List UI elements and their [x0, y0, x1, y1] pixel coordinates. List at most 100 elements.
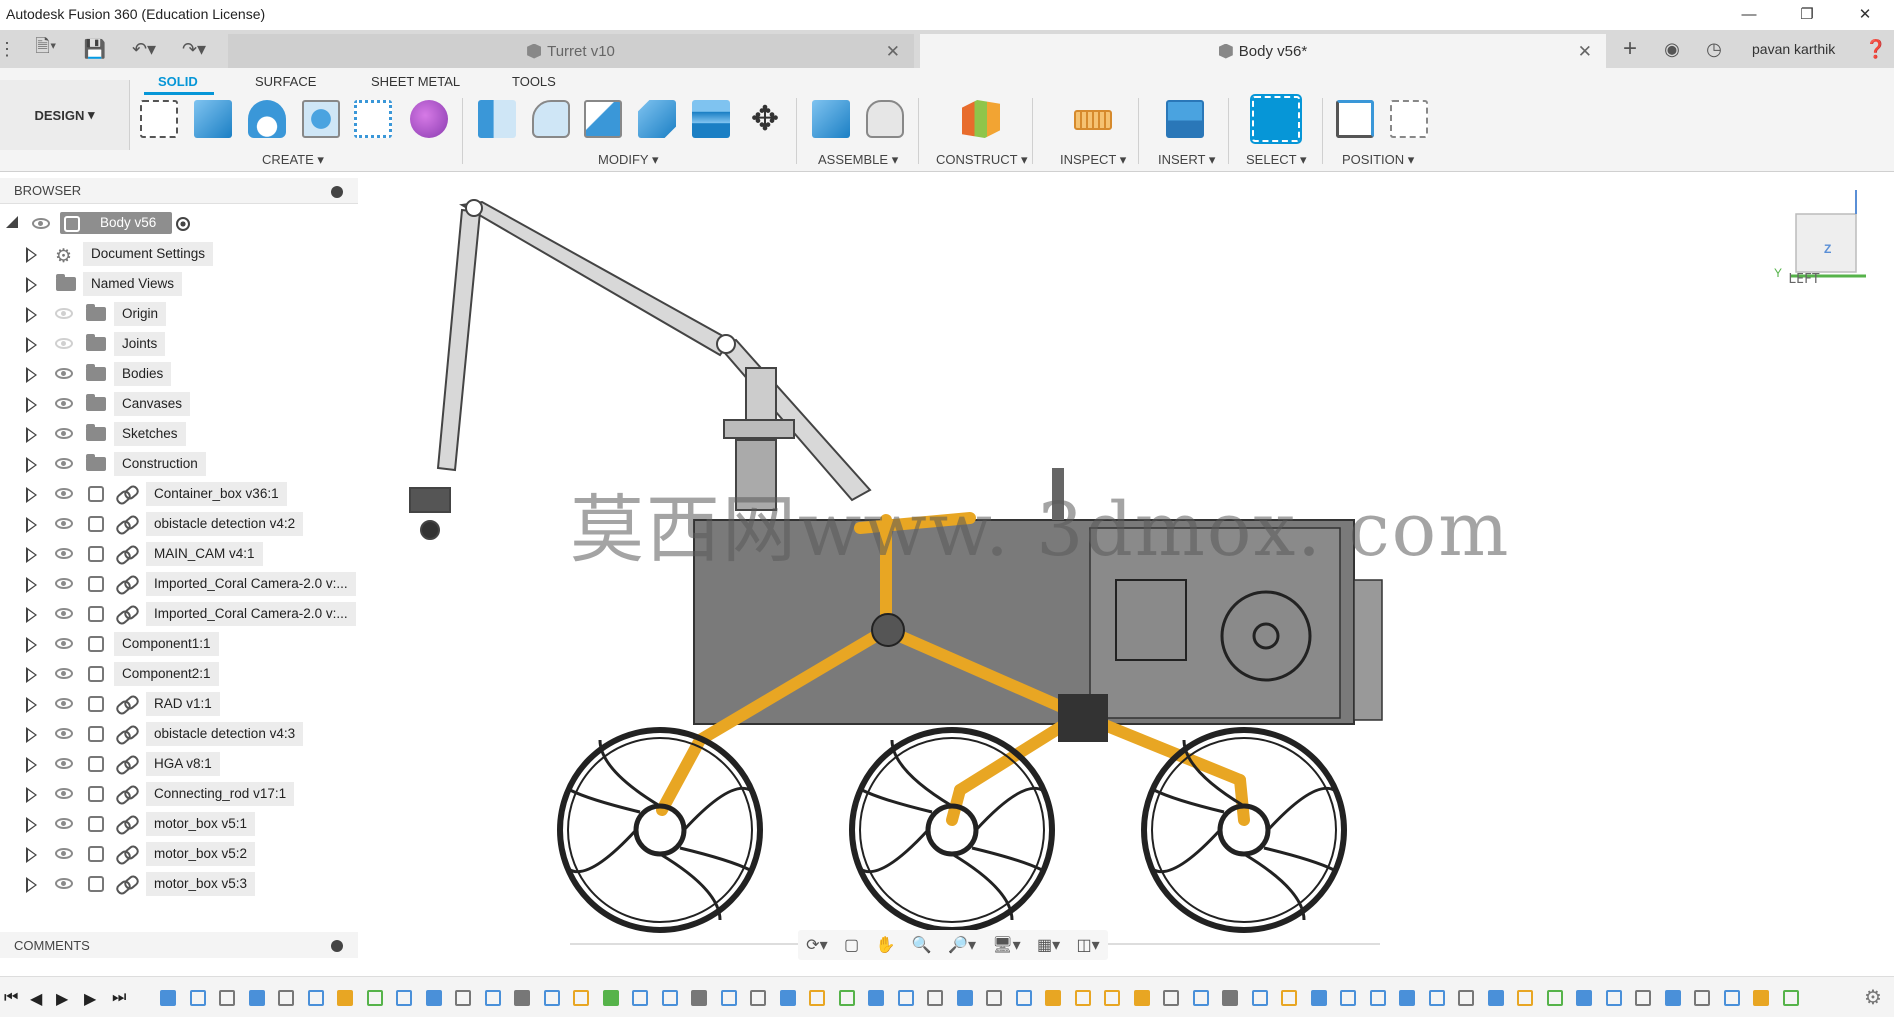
timeline-feature-icon[interactable] [1517, 990, 1533, 1006]
expand-arrow-icon[interactable] [26, 667, 37, 683]
timeline-feature-icon[interactable] [278, 990, 294, 1006]
expand-arrow-icon[interactable] [26, 367, 37, 383]
browser-collapse-icon[interactable] [331, 186, 343, 198]
timeline-feature-icon[interactable] [396, 990, 412, 1006]
timeline-feature-icon[interactable] [1310, 990, 1327, 1006]
timeline-feature-icon[interactable] [632, 990, 648, 1006]
timeline-feature-icon[interactable] [1104, 990, 1120, 1006]
expand-arrow-icon[interactable] [26, 727, 37, 743]
browser-item[interactable]: obistacle detection v4:3 [0, 720, 358, 748]
timeline-feature-icon[interactable] [956, 990, 973, 1006]
assemble-group-label[interactable]: ASSEMBLE ▾ [818, 152, 898, 168]
browser-item[interactable]: motor_box v5:2 [0, 840, 358, 868]
timeline-feature-icon[interactable] [248, 990, 265, 1006]
grid-menu-icon[interactable]: ⋮ [0, 30, 16, 68]
go-to-end-icon[interactable]: ⏭ [112, 989, 126, 1007]
timeline-feature-icon[interactable] [691, 990, 707, 1006]
offset-face-icon[interactable] [692, 100, 730, 138]
browser-item[interactable]: Imported_Coral Camera-2.0 v:... [0, 600, 358, 628]
new-component-icon[interactable] [812, 100, 850, 138]
step-forward-icon[interactable]: ▶ [84, 989, 96, 1009]
timeline-feature-icon[interactable] [1192, 990, 1209, 1006]
browser-item[interactable]: ⚙ Document Settings [0, 240, 358, 268]
zoom-icon[interactable]: 🔍 [912, 935, 932, 955]
expand-arrow-icon[interactable] [26, 637, 37, 653]
timeline-feature-icon[interactable] [661, 990, 678, 1006]
orbit-icon[interactable]: ⟳▾ [806, 935, 827, 955]
visibility-eye-icon[interactable] [55, 818, 73, 829]
tab-sheet-metal[interactable]: SHEET METAL [371, 74, 460, 89]
user-name[interactable]: pavan karthik [1752, 30, 1835, 68]
timeline-feature-icon[interactable] [1340, 990, 1356, 1006]
browser-item[interactable]: Component2:1 [0, 660, 358, 688]
timeline-feature-icon[interactable] [809, 990, 825, 1006]
timeline-feature-icon[interactable] [1664, 990, 1681, 1006]
timeline-feature-icon[interactable] [514, 990, 530, 1006]
expand-arrow-icon[interactable] [26, 607, 37, 623]
timeline-feature-icon[interactable] [1635, 990, 1651, 1006]
timeline-feature-icon[interactable] [1694, 990, 1710, 1006]
timeline-feature-icon[interactable] [1369, 990, 1386, 1006]
job-status-icon[interactable]: ◷ [1698, 30, 1730, 68]
expand-arrow-icon[interactable] [26, 307, 37, 323]
expand-arrow-icon[interactable] [26, 757, 37, 773]
visibility-eye-icon[interactable] [55, 428, 73, 439]
visibility-eye-icon[interactable] [55, 788, 73, 799]
step-back-icon[interactable]: ◀ [30, 989, 42, 1009]
help-icon[interactable]: ❓ [1860, 30, 1892, 68]
tab-turret[interactable]: Turret v10 ✕ [228, 34, 914, 68]
timeline-feature-icon[interactable] [750, 990, 766, 1006]
timeline-feature-icon[interactable] [160, 990, 176, 1006]
visibility-eye-icon[interactable] [55, 878, 73, 889]
construct-group-label[interactable]: CONSTRUCT ▾ [936, 152, 1028, 168]
timeline-feature-icon[interactable] [1487, 990, 1504, 1006]
capture-position-icon[interactable] [1336, 100, 1374, 138]
browser-item[interactable]: obistacle detection v4:2 [0, 510, 358, 538]
undo-icon[interactable]: ↶▾ [124, 30, 164, 68]
expand-arrow-icon[interactable] [26, 457, 37, 473]
visibility-eye-icon[interactable] [55, 638, 73, 649]
display-settings-icon[interactable]: 🖥▾ [992, 935, 1020, 955]
insert-canvas-icon[interactable] [1166, 100, 1204, 138]
visibility-eye-icon[interactable] [32, 218, 50, 229]
revert-position-icon[interactable] [1390, 100, 1428, 138]
visibility-eye-icon[interactable] [55, 578, 73, 589]
timeline-feature-icon[interactable] [543, 990, 560, 1006]
timeline-feature-icon[interactable] [1281, 990, 1297, 1006]
look-at-icon[interactable]: ▢ [844, 935, 859, 955]
timeline-feature-icon[interactable] [927, 990, 943, 1006]
timeline-feature-icon[interactable] [1576, 990, 1592, 1006]
move-icon[interactable]: ✥ [746, 100, 784, 138]
browser-item[interactable]: motor_box v5:3 [0, 870, 358, 898]
expand-arrow-icon[interactable] [26, 337, 37, 353]
browser-item[interactable]: Joints [0, 330, 358, 358]
browser-header[interactable]: BROWSER [0, 178, 358, 204]
timeline-feature-icon[interactable] [1458, 990, 1474, 1006]
timeline-feature-icon[interactable] [868, 990, 884, 1006]
browser-item[interactable]: Canvases [0, 390, 358, 418]
visibility-eye-icon[interactable] [55, 398, 73, 409]
browser-item[interactable]: Construction [0, 450, 358, 478]
timeline-feature-icon[interactable] [1251, 990, 1268, 1006]
fillet-icon[interactable] [532, 100, 570, 138]
joint-icon[interactable] [866, 100, 904, 138]
timeline-feature-icon[interactable] [986, 990, 1002, 1006]
timeline-feature-icon[interactable] [1753, 990, 1769, 1006]
timeline-feature-icon[interactable] [307, 990, 324, 1006]
view-cube-face[interactable]: LEFT [1774, 272, 1834, 287]
extrude-icon[interactable] [194, 100, 232, 138]
expand-arrow-icon[interactable] [26, 877, 37, 893]
file-menu-icon[interactable]: 🗎▾ [26, 30, 66, 68]
expand-arrow-icon[interactable] [26, 787, 37, 803]
visibility-eye-icon[interactable] [55, 848, 73, 859]
tab-body[interactable]: Body v56* ✕ [920, 34, 1606, 68]
timeline-feature-icon[interactable] [219, 990, 235, 1006]
browser-root[interactable]: Body v56 [0, 210, 358, 238]
timeline-feature-icon[interactable] [484, 990, 501, 1006]
shell-icon[interactable] [584, 100, 622, 138]
create-form-icon[interactable] [410, 100, 448, 138]
close-tab-icon[interactable]: ✕ [886, 42, 900, 62]
tab-surface[interactable]: SURFACE [255, 74, 316, 89]
expand-arrow-icon[interactable] [26, 577, 37, 593]
browser-item[interactable]: Component1:1 [0, 630, 358, 658]
